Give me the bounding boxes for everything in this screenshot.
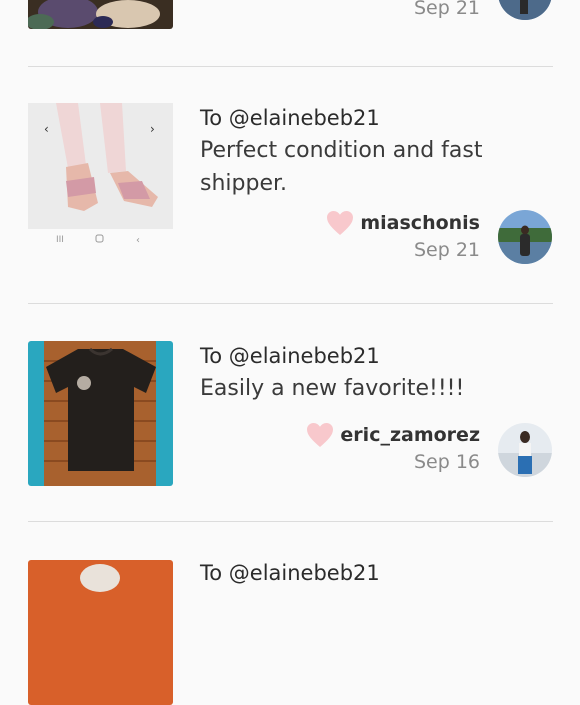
svg-text:›: › (150, 122, 155, 136)
review-message: Easily a new favorite!!!! (200, 376, 465, 401)
review-date: Sep 16 (413, 451, 480, 473)
review-recipient[interactable]: To @elainebeb21 (200, 344, 380, 368)
divider (28, 303, 553, 304)
review-author: eric_zamorez (306, 422, 480, 448)
user-avatar[interactable] (498, 210, 552, 264)
review-thumbnail[interactable] (28, 0, 173, 29)
svg-text:III: III (56, 235, 64, 245)
review-thumbnail[interactable] (28, 341, 173, 486)
review-recipient[interactable]: To @elainebeb21 (200, 106, 380, 130)
user-avatar[interactable] (498, 0, 552, 20)
divider (28, 521, 553, 522)
review-date: Sep 21 (413, 0, 480, 19)
review-date: Sep 21 (413, 239, 480, 261)
reviewer-username[interactable]: miaschonis (360, 212, 480, 234)
user-avatar[interactable] (498, 423, 552, 477)
heart-icon[interactable] (326, 210, 354, 236)
review-author: miaschonis (326, 210, 480, 236)
svg-text:‹: ‹ (44, 122, 49, 136)
review-thumbnail[interactable]: ‹ › III ‹ (28, 103, 173, 248)
review-thumbnail[interactable] (28, 560, 173, 705)
review-message: Perfect condition and fast shipper. (200, 138, 483, 196)
heart-icon[interactable] (306, 422, 334, 448)
divider (28, 66, 553, 67)
review-recipient[interactable]: To @elainebeb21 (200, 561, 380, 585)
svg-text:‹: ‹ (136, 235, 140, 246)
reviewer-username[interactable]: eric_zamorez (340, 424, 480, 446)
